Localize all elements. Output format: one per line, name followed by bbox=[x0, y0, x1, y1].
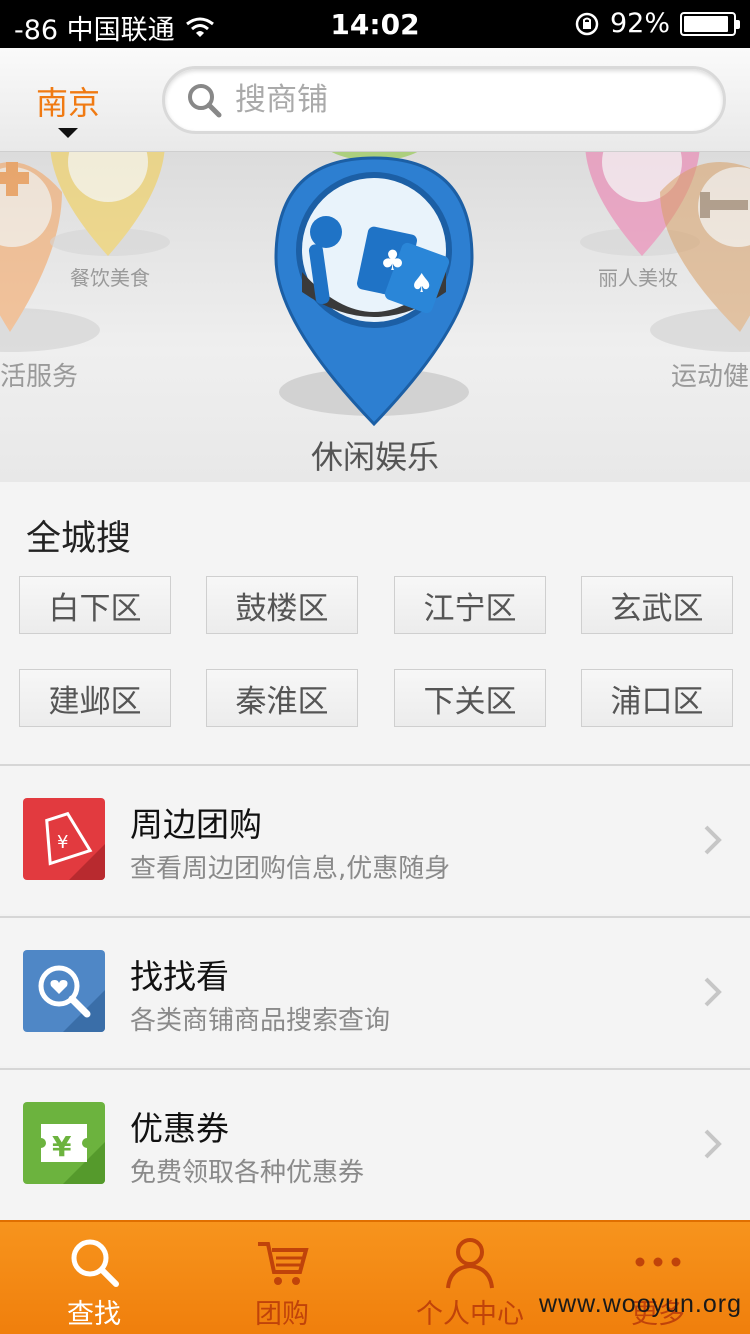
svg-text:¥: ¥ bbox=[57, 832, 68, 853]
more-dots-icon bbox=[635, 1257, 681, 1267]
coupon-yen-icon: ¥ bbox=[23, 1102, 105, 1184]
chevron-right-icon bbox=[704, 977, 722, 1007]
district-button[interactable]: 玄武区 bbox=[581, 576, 733, 634]
list-item-nearby-deals[interactable]: ¥ 周边团购 查看周边团购信息,优惠随身 bbox=[0, 764, 750, 914]
entertainment-pin-icon[interactable]: ♣ ♠ bbox=[274, 156, 474, 427]
caret-down-icon[interactable] bbox=[58, 128, 78, 138]
district-button[interactable]: 建邺区 bbox=[19, 669, 171, 727]
section-title: 全城搜 bbox=[26, 519, 132, 559]
city-selector[interactable]: 南京 bbox=[36, 78, 100, 124]
list-title: 周边团购 bbox=[130, 805, 262, 844]
svg-text:♣: ♣ bbox=[380, 244, 405, 277]
category-label-sports: 运动健 bbox=[671, 362, 750, 392]
category-carousel[interactable]: ♣ ♠ 餐饮美食 活服务 丽人美妆 运动健 休闲娱乐 bbox=[0, 152, 750, 482]
watermark: www.wooyun.org bbox=[539, 1290, 742, 1318]
list-subtitle: 各类商铺商品搜索查询 bbox=[130, 1006, 391, 1036]
tab-label: 团购 bbox=[255, 1299, 309, 1330]
search-input[interactable] bbox=[235, 82, 705, 118]
search-box[interactable] bbox=[162, 66, 726, 134]
list-title: 优惠券 bbox=[130, 1109, 229, 1148]
district-button[interactable]: 白下区 bbox=[19, 576, 171, 634]
list-title: 找找看 bbox=[130, 957, 229, 996]
list-item-coupons[interactable]: ¥ 优惠券 免费领取各种优惠券 bbox=[0, 1068, 750, 1220]
tab-search[interactable]: 查找 bbox=[0, 1222, 188, 1334]
battery-percent: 92% bbox=[609, 8, 670, 39]
list-item-browse[interactable]: 找找看 各类商铺商品搜索查询 bbox=[0, 916, 750, 1066]
tab-profile[interactable]: 个人中心 bbox=[376, 1222, 564, 1334]
search-icon bbox=[71, 1239, 119, 1287]
header: 南京 bbox=[0, 48, 750, 152]
sports-pin-icon[interactable] bbox=[650, 162, 750, 352]
status-bar: -86 中国联通 14:02 92% bbox=[0, 0, 750, 48]
district-button[interactable]: 下关区 bbox=[394, 669, 546, 727]
svg-text:♠: ♠ bbox=[410, 269, 433, 299]
heart-search-icon bbox=[23, 950, 105, 1032]
tab-label: 查找 bbox=[67, 1299, 121, 1330]
chevron-right-icon bbox=[704, 825, 722, 855]
district-button[interactable]: 鼓楼区 bbox=[206, 576, 358, 634]
chevron-right-icon bbox=[704, 1129, 722, 1159]
district-button[interactable]: 江宁区 bbox=[394, 576, 546, 634]
dining-pin-icon[interactable] bbox=[50, 152, 170, 256]
orientation-lock-icon bbox=[575, 12, 599, 35]
district-button[interactable]: 浦口区 bbox=[581, 669, 733, 727]
svg-text:¥: ¥ bbox=[52, 1130, 72, 1163]
city-search-section: 全城搜 白下区 鼓楼区 江宁区 玄武区 建邺区 秦淮区 下关区 浦口区 bbox=[0, 482, 750, 764]
category-label-beauty: 丽人美妆 bbox=[598, 266, 678, 290]
category-label-dining: 餐饮美食 bbox=[70, 266, 150, 290]
price-tag-icon: ¥ bbox=[23, 798, 105, 880]
district-button[interactable]: 秦淮区 bbox=[206, 669, 358, 727]
battery-icon bbox=[680, 11, 740, 36]
category-label-active: 休闲娱乐 bbox=[310, 438, 439, 476]
list-subtitle: 查看周边团购信息,优惠随身 bbox=[130, 854, 451, 884]
category-label-services: 活服务 bbox=[0, 362, 79, 392]
list-subtitle: 免费领取各种优惠券 bbox=[130, 1158, 365, 1188]
tab-label: 个人中心 bbox=[416, 1299, 524, 1330]
status-right: 92% bbox=[574, 8, 740, 39]
user-icon bbox=[446, 1238, 494, 1289]
tab-group-buy[interactable]: 团购 bbox=[188, 1222, 376, 1334]
search-icon bbox=[188, 84, 222, 118]
cart-icon bbox=[258, 1242, 309, 1285]
